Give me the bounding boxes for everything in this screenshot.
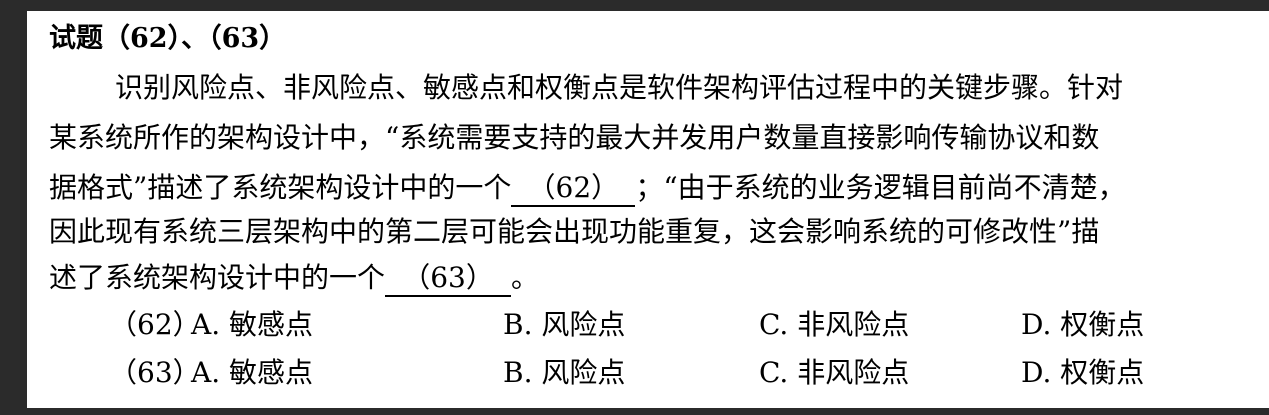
blank-62: （62） xyxy=(511,171,636,207)
option-a: A. 敏感点 xyxy=(191,308,314,341)
question-line-3: 据格式”描述了系统架构设计中的一个 （62） ；“由于系统的业务逻辑目前尚不清楚， xyxy=(49,168,1261,208)
options-row-62: （62） A. 敏感点 B. 风险点 C. 非风险点 D. 权衡点 xyxy=(27,303,1269,347)
question-line-5: 述了系统架构设计中的一个 （63）。 xyxy=(49,258,1261,298)
question-line-1: 识别风险点、非风险点、敏感点和权衡点是软件架构评估过程中的关键步骤。针对 xyxy=(115,71,1124,104)
option-a: A. 敏感点 xyxy=(191,356,314,389)
question-title: 试题（62）、（63） xyxy=(49,23,287,54)
option-c: C. 非风险点 xyxy=(759,356,910,389)
question-line-5-text: 述了系统架构设计中的一个 xyxy=(49,261,386,294)
question-line-4: 因此现有系统三层架构中的第二层可能会出现功能重复，这会影响系统的可修改性”描 xyxy=(49,215,1100,248)
option-c: C. 非风险点 xyxy=(759,308,910,341)
option-d: D. 权衡点 xyxy=(1021,356,1145,389)
option-b: B. 风险点 xyxy=(503,308,626,341)
options-row-63: （63） A. 敏感点 B. 风险点 C. 非风险点 D. 权衡点 xyxy=(27,351,1269,395)
question-line-3-text: 据格式”描述了系统架构设计中的一个 xyxy=(49,171,512,204)
options-number: （63） xyxy=(109,356,201,389)
options-number: （62） xyxy=(109,308,201,341)
blank-63: （63） xyxy=(385,261,512,297)
option-d: D. 权衡点 xyxy=(1021,308,1145,341)
document-page: 试题（62）、（63） 识别风险点、非风险点、敏感点和权衡点是软件架构评估过程中… xyxy=(27,11,1269,408)
option-b: B. 风险点 xyxy=(503,356,626,389)
question-line-5-tail: 。 xyxy=(511,261,540,294)
question-line-2: 某系统所作的架构设计中，“系统需要支持的最大并发用户数量直接影响传输协议和数 xyxy=(49,121,1100,154)
question-line-3-tail: ；“由于系统的业务逻辑目前尚不清楚， xyxy=(635,171,1126,204)
